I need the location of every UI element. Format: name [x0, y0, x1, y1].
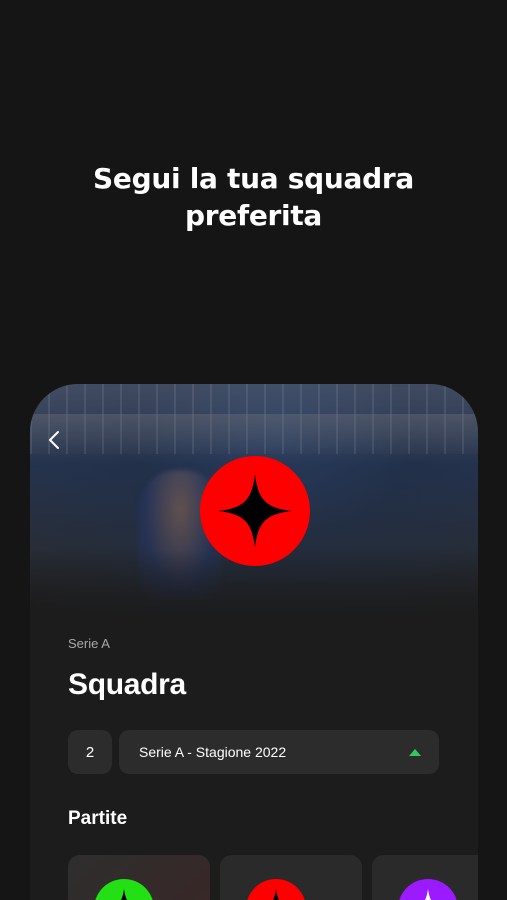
matches-list	[68, 855, 478, 900]
phone-preview: Serie A Squadra 2 Serie A - Stagione 202…	[30, 384, 478, 900]
season-dropdown[interactable]: Serie A - Stagione 2022	[119, 730, 439, 774]
season-dropdown-value: Serie A - Stagione 2022	[139, 744, 287, 760]
team-logo-icon	[399, 879, 457, 900]
caret-up-icon	[409, 748, 421, 756]
onboarding-screen: Segui la tua squadra preferita Serie A S…	[0, 0, 507, 900]
match-card[interactable]	[220, 855, 362, 900]
team-logo	[200, 456, 310, 566]
back-button[interactable]	[44, 428, 64, 452]
team-logo-icon	[95, 879, 153, 900]
headline-line-2: preferita	[185, 199, 322, 232]
team-name: Squadra	[68, 668, 186, 701]
league-label: Serie A	[68, 636, 110, 651]
team-logo-icon	[247, 879, 305, 900]
match-card[interactable]	[372, 855, 478, 900]
number-selector[interactable]: 2	[68, 730, 112, 774]
chevron-left-icon	[49, 431, 59, 449]
headline-line-1: Segui la tua squadra	[93, 162, 414, 195]
matches-section-title: Partite	[68, 808, 128, 829]
onboarding-headline: Segui la tua squadra preferita	[0, 160, 507, 234]
match-card[interactable]	[68, 855, 210, 900]
